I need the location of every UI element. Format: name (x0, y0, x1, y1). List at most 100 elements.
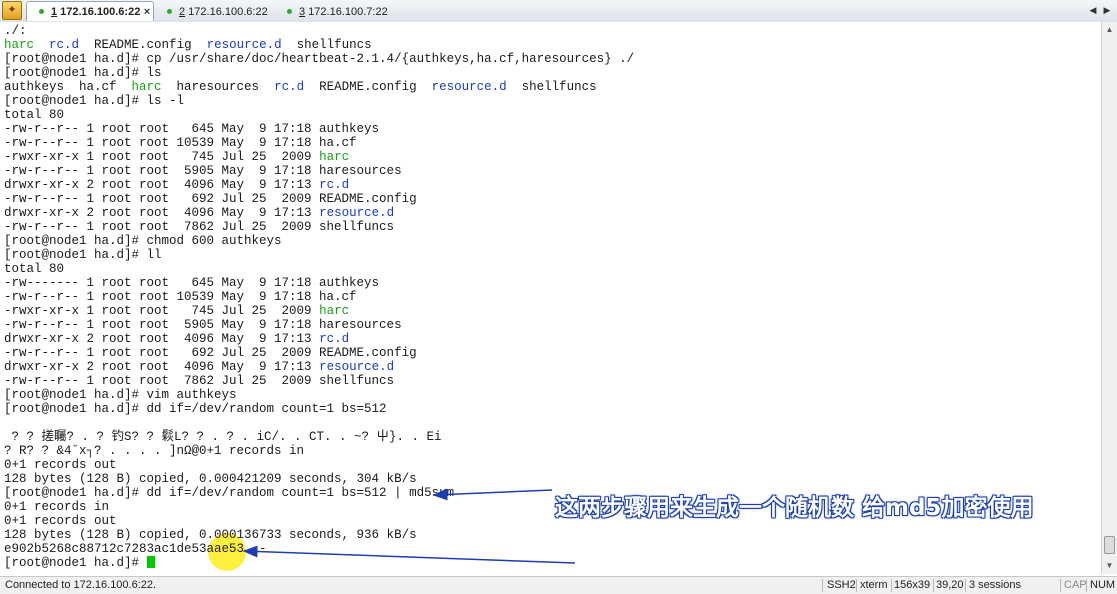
terminal-text: harc (4, 38, 35, 52)
terminal-line: -rw-r--r-- 1 root root 10539 May 9 17:18… (4, 136, 634, 150)
terminal-line: ./: (4, 24, 634, 38)
tab-session-2[interactable]: 2 172.16.100.6:22 (154, 1, 274, 21)
terminal-line: [root@node1 ha.d]# dd if=/dev/random cou… (4, 486, 634, 500)
connected-status-icon (167, 9, 172, 14)
terminal-line: drwxr-xr-x 2 root root 4096 May 9 17:13 … (4, 332, 634, 346)
tab-label: 172.16.100.6:22 (185, 6, 268, 18)
terminal-text: [root@node1 ha.d]# cp /usr/share/doc/hea… (4, 52, 635, 66)
terminal-text: rc.d (319, 332, 350, 346)
terminal-line: -rw-r--r-- 1 root root 7862 Jul 25 2009 … (4, 374, 634, 388)
terminal-text: -rw-r--r-- 1 root root 7862 Jul 25 2009 … (4, 374, 395, 388)
terminal-text: rc.d (49, 38, 80, 52)
terminal-text: [root@node1 ha.d]# vim authkeys (4, 388, 237, 402)
scroll-tabs-right-icon[interactable]: ▶ (1101, 3, 1113, 17)
terminal-line: 0+1 records out (4, 458, 634, 472)
cursor-position-label: 39,20 (936, 579, 964, 591)
terminal-text: harc (319, 304, 350, 318)
terminal-text: ? ? 搓矚? . ? 钓S? ? 鬏L? ? . ? . iC/. . CT.… (4, 430, 442, 444)
terminal-text: ./: (4, 24, 27, 38)
scroll-tabs-left-icon[interactable]: ◀ (1087, 3, 1099, 17)
terminal-line: -rwxr-xr-x 1 root root 745 Jul 25 2009 h… (4, 304, 634, 318)
terminal-text: drwxr-xr-x 2 root root 4096 May 9 17:13 (4, 332, 320, 346)
terminal-line: total 80 (4, 108, 634, 122)
terminal-text: -rwxr-xr-x 1 root root 745 Jul 25 2009 (4, 304, 320, 318)
annotation-caption: 这两步骤用来生成一个随机数 给md5加密使用 (555, 495, 1034, 521)
terminal-line: harc rc.d README.config resource.d shell… (4, 38, 634, 52)
terminal-line: [root@node1 ha.d]# (4, 556, 634, 570)
tab-label: 172.16.100.6:22 (57, 6, 141, 18)
terminal-line: drwxr-xr-x 2 root root 4096 May 9 17:13 … (4, 360, 634, 374)
terminal-text: resource.d (431, 80, 507, 94)
close-icon[interactable]: × (141, 6, 153, 18)
terminal-text: [root@node1 ha.d]# ll (4, 248, 162, 262)
terminal-text: -rw-r--r-- 1 root root 7862 Jul 25 2009 … (4, 220, 395, 234)
terminal-line: -rw-r--r-- 1 root root 692 Jul 25 2009 R… (4, 192, 634, 206)
tab-session-1[interactable]: 1 172.16.100.6:22 × (26, 1, 154, 21)
terminal-text: harc (319, 150, 350, 164)
terminal-line: [root@node1 ha.d]# ll (4, 248, 634, 262)
terminal-line: [root@node1 ha.d]# dd if=/dev/random cou… (4, 402, 634, 416)
status-bar: Connected to 172.16.100.6:22. SSH2 xterm… (0, 576, 1117, 594)
terminal-text: rc.d (319, 178, 350, 192)
terminal-line: -rw-r--r-- 1 root root 645 May 9 17:18 a… (4, 122, 634, 136)
terminal-text: shellfuncs (506, 80, 597, 94)
tab-session-3[interactable]: 3 172.16.100.7:22 (274, 1, 394, 21)
terminal-text: -rw-r--r-- 1 root root 5905 May 9 17:18 … (4, 318, 402, 332)
scrollbar-thumb[interactable] (1104, 536, 1115, 554)
terminal-text: 0+1 records out (4, 458, 117, 472)
terminal-lines: ./: harc rc.d README.config resource.d sh… (4, 24, 634, 570)
terminal-text: drwxr-xr-x 2 root root 4096 May 9 17:13 (4, 206, 320, 220)
terminal-line: 0+1 records out (4, 514, 634, 528)
terminal-text: authkeys ha.cf (4, 80, 132, 94)
terminal-text: 0+1 records out (4, 514, 117, 528)
terminal-text: [root@node1 ha.d]# (4, 556, 147, 570)
terminal-text: total 80 (4, 108, 65, 122)
terminal-text: -rw-r--r-- 1 root root 692 Jul 25 2009 R… (4, 346, 417, 360)
terminal-line: -rw-r--r-- 1 root root 10539 May 9 17:18… (4, 290, 634, 304)
terminal-text: shellfuncs (281, 38, 372, 52)
terminal-text: e902b5268c88712c7283ac1de53aae53 - (4, 542, 267, 556)
terminal-line: [root@node1 ha.d]# chmod 600 authkeys (4, 234, 634, 248)
terminal-text: drwxr-xr-x 2 root root 4096 May 9 17:13 (4, 360, 320, 374)
terminal-text: -rw-r--r-- 1 root root 645 May 9 17:18 a… (4, 122, 380, 136)
terminal-text: 128 bytes (128 B) copied, 0.000421209 se… (4, 472, 417, 486)
terminal-text: -rwxr-xr-x 1 root root 745 Jul 25 2009 (4, 150, 320, 164)
terminal-text: [root@node1 ha.d]# chmod 600 authkeys (4, 234, 282, 248)
terminal-text: 128 bytes (128 B) copied, 0.000136733 se… (4, 528, 417, 542)
terminal-text: harc (131, 80, 162, 94)
vertical-scrollbar[interactable]: ▲ ▼ (1101, 22, 1117, 574)
terminal-text: drwxr-xr-x 2 root root 4096 May 9 17:13 (4, 178, 320, 192)
tab-bar: ✦ 1 172.16.100.6:22 × 2 172.16.100.6:22 … (0, 0, 1117, 23)
terminal-line: authkeys ha.cf harc haresources rc.d REA… (4, 80, 634, 94)
scroll-down-icon[interactable]: ▼ (1102, 558, 1117, 573)
terminal-text: haresources (161, 80, 275, 94)
divider (822, 579, 823, 592)
protocol-label: SSH2 (827, 579, 856, 591)
terminal-line: [root@node1 ha.d]# vim authkeys (4, 388, 634, 402)
terminal-line: -rw------- 1 root root 645 May 9 17:18 a… (4, 276, 634, 290)
terminal-text: README.config (304, 80, 432, 94)
terminal-line: drwxr-xr-x 2 root root 4096 May 9 17:13 … (4, 178, 634, 192)
terminal-line: [root@node1 ha.d]# cp /usr/share/doc/hea… (4, 52, 634, 66)
num-lock-indicator: NUM (1090, 579, 1116, 591)
terminal-line: e902b5268c88712c7283ac1de53aae53 - (4, 542, 634, 556)
terminal-line: -rwxr-xr-x 1 root root 745 Jul 25 2009 h… (4, 150, 634, 164)
scroll-up-icon[interactable]: ▲ (1102, 22, 1117, 37)
terminal-text: [root@node1 ha.d]# ls -l (4, 94, 185, 108)
terminal-text: total 80 (4, 262, 65, 276)
connected-status-icon (287, 9, 292, 14)
terminal-type-label: xterm (860, 579, 888, 591)
terminal-line: -rw-r--r-- 1 root root 692 Jul 25 2009 R… (4, 346, 634, 360)
connected-status-icon (39, 9, 44, 14)
terminal-size-label: 156x39 (894, 579, 931, 591)
terminal-line: total 80 (4, 262, 634, 276)
session-manager-icon[interactable]: ✦ (2, 1, 22, 20)
terminal-line: [root@node1 ha.d]# ls -l (4, 94, 634, 108)
terminal-line: [root@node1 ha.d]# ls (4, 66, 634, 80)
terminal-line: 128 bytes (128 B) copied, 0.000421209 se… (4, 472, 634, 486)
terminal-text: rc.d (274, 80, 305, 94)
terminal-text: -rw-r--r-- 1 root root 692 Jul 25 2009 R… (4, 192, 417, 206)
terminal-text: [root@node1 ha.d]# dd if=/dev/random cou… (4, 486, 455, 500)
